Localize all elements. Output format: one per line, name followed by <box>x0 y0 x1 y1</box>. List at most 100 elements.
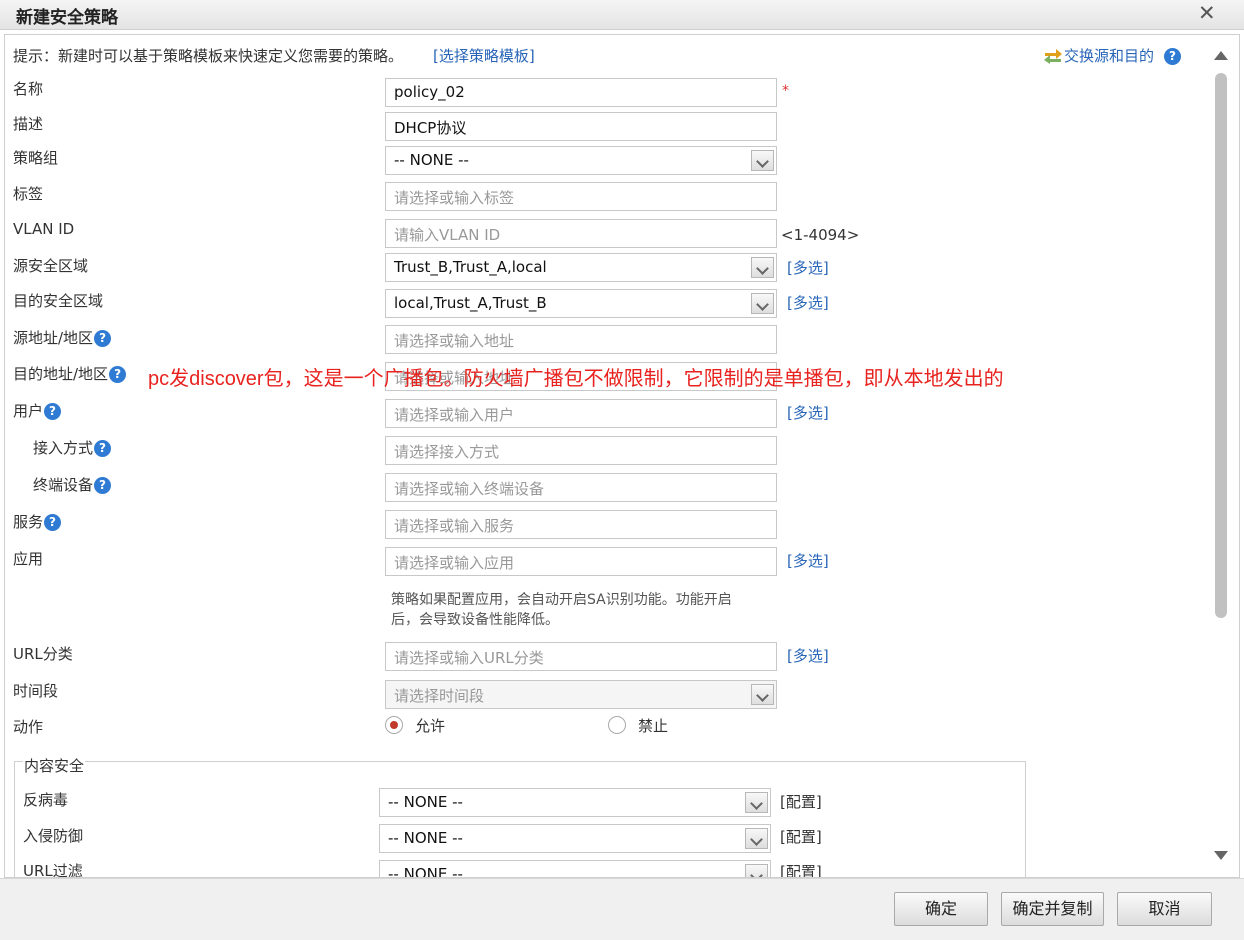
access-placeholder: 请选择接入方式 <box>394 443 500 461</box>
select-template-link[interactable]: [选择策略模板] <box>433 45 535 66</box>
name-label: 名称 <box>13 80 44 98</box>
ips-select[interactable]: -- NONE -- <box>379 824 771 853</box>
user-input[interactable]: 请选择或输入用户 <box>385 399 777 428</box>
policy-group-label: 策略组 <box>13 149 59 167</box>
application-label: 应用 <box>13 550 44 568</box>
user-multi-link[interactable]: [多选] <box>787 402 829 423</box>
deny-label: 禁止 <box>638 717 669 735</box>
url-filter-label: URL过滤 <box>23 862 83 878</box>
ok-button[interactable]: 确定 <box>894 892 988 926</box>
dialog-footer: 确定 确定并复制 取消 <box>0 878 1244 940</box>
help-icon[interactable]: ? <box>44 403 62 420</box>
url-filter-value: -- NONE -- <box>388 865 463 878</box>
time-range-select[interactable]: 请选择时间段 <box>385 680 777 709</box>
allow-label: 允许 <box>415 717 446 735</box>
name-value: policy_02 <box>394 83 465 101</box>
dst-zone-multi-link[interactable]: [多选] <box>787 292 829 313</box>
service-placeholder: 请选择或输入服务 <box>394 517 515 535</box>
terminal-label: 终端设备? <box>33 474 112 495</box>
cancel-button[interactable]: 取消 <box>1117 892 1212 926</box>
chevron-down-icon[interactable] <box>751 257 774 278</box>
help-icon[interactable]: ? <box>94 477 112 494</box>
ips-config-link[interactable]: [配置] <box>780 826 822 847</box>
swap-src-dst-link[interactable]: 交换源和目的 <box>1064 45 1154 66</box>
service-input[interactable]: 请选择或输入服务 <box>385 510 777 539</box>
time-range-placeholder: 请选择时间段 <box>394 687 485 705</box>
url-category-multi-link[interactable]: [多选] <box>787 645 829 666</box>
vlan-input[interactable]: 请输入VLAN ID <box>385 219 777 248</box>
policy-group-value: -- NONE -- <box>394 151 469 169</box>
description-input[interactable]: DHCP协议 <box>385 112 777 141</box>
user-label: 用户? <box>13 400 62 421</box>
allow-radio[interactable] <box>385 716 403 734</box>
tag-input[interactable]: 请选择或输入标签 <box>385 182 777 211</box>
deny-radio[interactable] <box>608 716 626 734</box>
src-zone-value: Trust_B,Trust_A,local <box>394 258 547 276</box>
terminal-input[interactable]: 请选择或输入终端设备 <box>385 473 777 502</box>
url-filter-select[interactable]: -- NONE -- <box>379 860 771 878</box>
antivirus-config-link[interactable]: [配置] <box>780 791 822 812</box>
scrollbar-thumb[interactable] <box>1215 73 1227 618</box>
url-category-placeholder: 请选择或输入URL分类 <box>394 649 544 667</box>
help-icon[interactable]: ? <box>109 366 127 383</box>
chevron-down-icon[interactable] <box>751 150 774 171</box>
dialog-titlebar: 新建安全策略 ✕ <box>0 0 1244 30</box>
vlan-range: <1-4094> <box>781 226 860 244</box>
application-placeholder: 请选择或输入应用 <box>394 554 515 572</box>
tip-text: 提示：新建时可以基于策略模板来快速定义您需要的策略。 <box>13 47 404 65</box>
swap-icon[interactable] <box>1043 48 1063 64</box>
antivirus-select[interactable]: -- NONE -- <box>379 788 771 817</box>
annotation-text: pc发discover包，这是一个广播包。防火墙广播包不做限制，它限制的是单播包… <box>148 368 1004 390</box>
form-panel: 提示：新建时可以基于策略模板来快速定义您需要的策略。 [选择策略模板] 交换源和… <box>4 34 1240 878</box>
url-category-input[interactable]: 请选择或输入URL分类 <box>385 642 777 671</box>
description-label: 描述 <box>13 115 44 133</box>
dst-zone-label: 目的安全区域 <box>13 292 104 310</box>
src-addr-label: 源地址/地区? <box>13 327 112 348</box>
ips-label: 入侵防御 <box>23 827 84 845</box>
url-category-label: URL分类 <box>13 645 73 663</box>
src-addr-input[interactable]: 请选择或输入地址 <box>385 325 777 354</box>
dst-addr-label: 目的地址/地区? <box>13 363 127 384</box>
scroll-up-icon[interactable] <box>1214 51 1228 60</box>
help-icon[interactable]: ? <box>1164 48 1181 65</box>
content-security-legend: 内容安全 <box>23 755 86 776</box>
src-zone-multi-link[interactable]: [多选] <box>787 257 829 278</box>
application-input[interactable]: 请选择或输入应用 <box>385 547 777 576</box>
vlan-label: VLAN ID <box>13 220 75 238</box>
chevron-down-icon[interactable] <box>751 293 774 314</box>
application-multi-link[interactable]: [多选] <box>787 550 829 571</box>
policy-group-select[interactable]: -- NONE -- <box>385 146 777 175</box>
chevron-down-icon[interactable] <box>751 684 774 705</box>
chevron-down-icon[interactable] <box>745 828 768 849</box>
application-hint: 策略如果配置应用，会自动开启SA识别功能。功能开启 后，会导致设备性能降低。 <box>391 592 732 628</box>
antivirus-label: 反病毒 <box>23 791 69 809</box>
chevron-down-icon[interactable] <box>745 792 768 813</box>
src-addr-placeholder: 请选择或输入地址 <box>394 332 515 350</box>
help-icon[interactable]: ? <box>44 514 62 531</box>
service-label: 服务? <box>13 511 62 532</box>
close-icon[interactable]: ✕ <box>1198 1 1216 25</box>
user-placeholder: 请选择或输入用户 <box>394 406 515 424</box>
tag-placeholder: 请选择或输入标签 <box>394 189 515 207</box>
ok-and-copy-button[interactable]: 确定并复制 <box>1001 892 1104 926</box>
help-icon[interactable]: ? <box>94 330 112 347</box>
dialog-title: 新建安全策略 <box>16 8 118 28</box>
src-zone-label: 源安全区域 <box>13 257 89 275</box>
vlan-placeholder: 请输入VLAN ID <box>394 226 501 244</box>
dst-zone-value: local,Trust_A,Trust_B <box>394 294 547 312</box>
access-input[interactable]: 请选择接入方式 <box>385 436 777 465</box>
src-zone-select[interactable]: Trust_B,Trust_A,local <box>385 253 777 282</box>
action-label: 动作 <box>13 718 44 736</box>
terminal-placeholder: 请选择或输入终端设备 <box>394 480 545 498</box>
description-value: DHCP协议 <box>394 119 467 137</box>
name-input[interactable]: policy_02 <box>385 78 777 107</box>
help-icon[interactable]: ? <box>94 440 112 457</box>
antivirus-value: -- NONE -- <box>388 793 463 811</box>
scroll-down-icon[interactable] <box>1214 851 1228 860</box>
time-range-label: 时间段 <box>13 682 59 700</box>
ips-value: -- NONE -- <box>388 829 463 847</box>
url-filter-config-link[interactable]: [配置] <box>780 861 822 877</box>
required-mark: * <box>782 83 789 99</box>
dst-zone-select[interactable]: local,Trust_A,Trust_B <box>385 289 777 318</box>
chevron-down-icon[interactable] <box>745 864 768 877</box>
